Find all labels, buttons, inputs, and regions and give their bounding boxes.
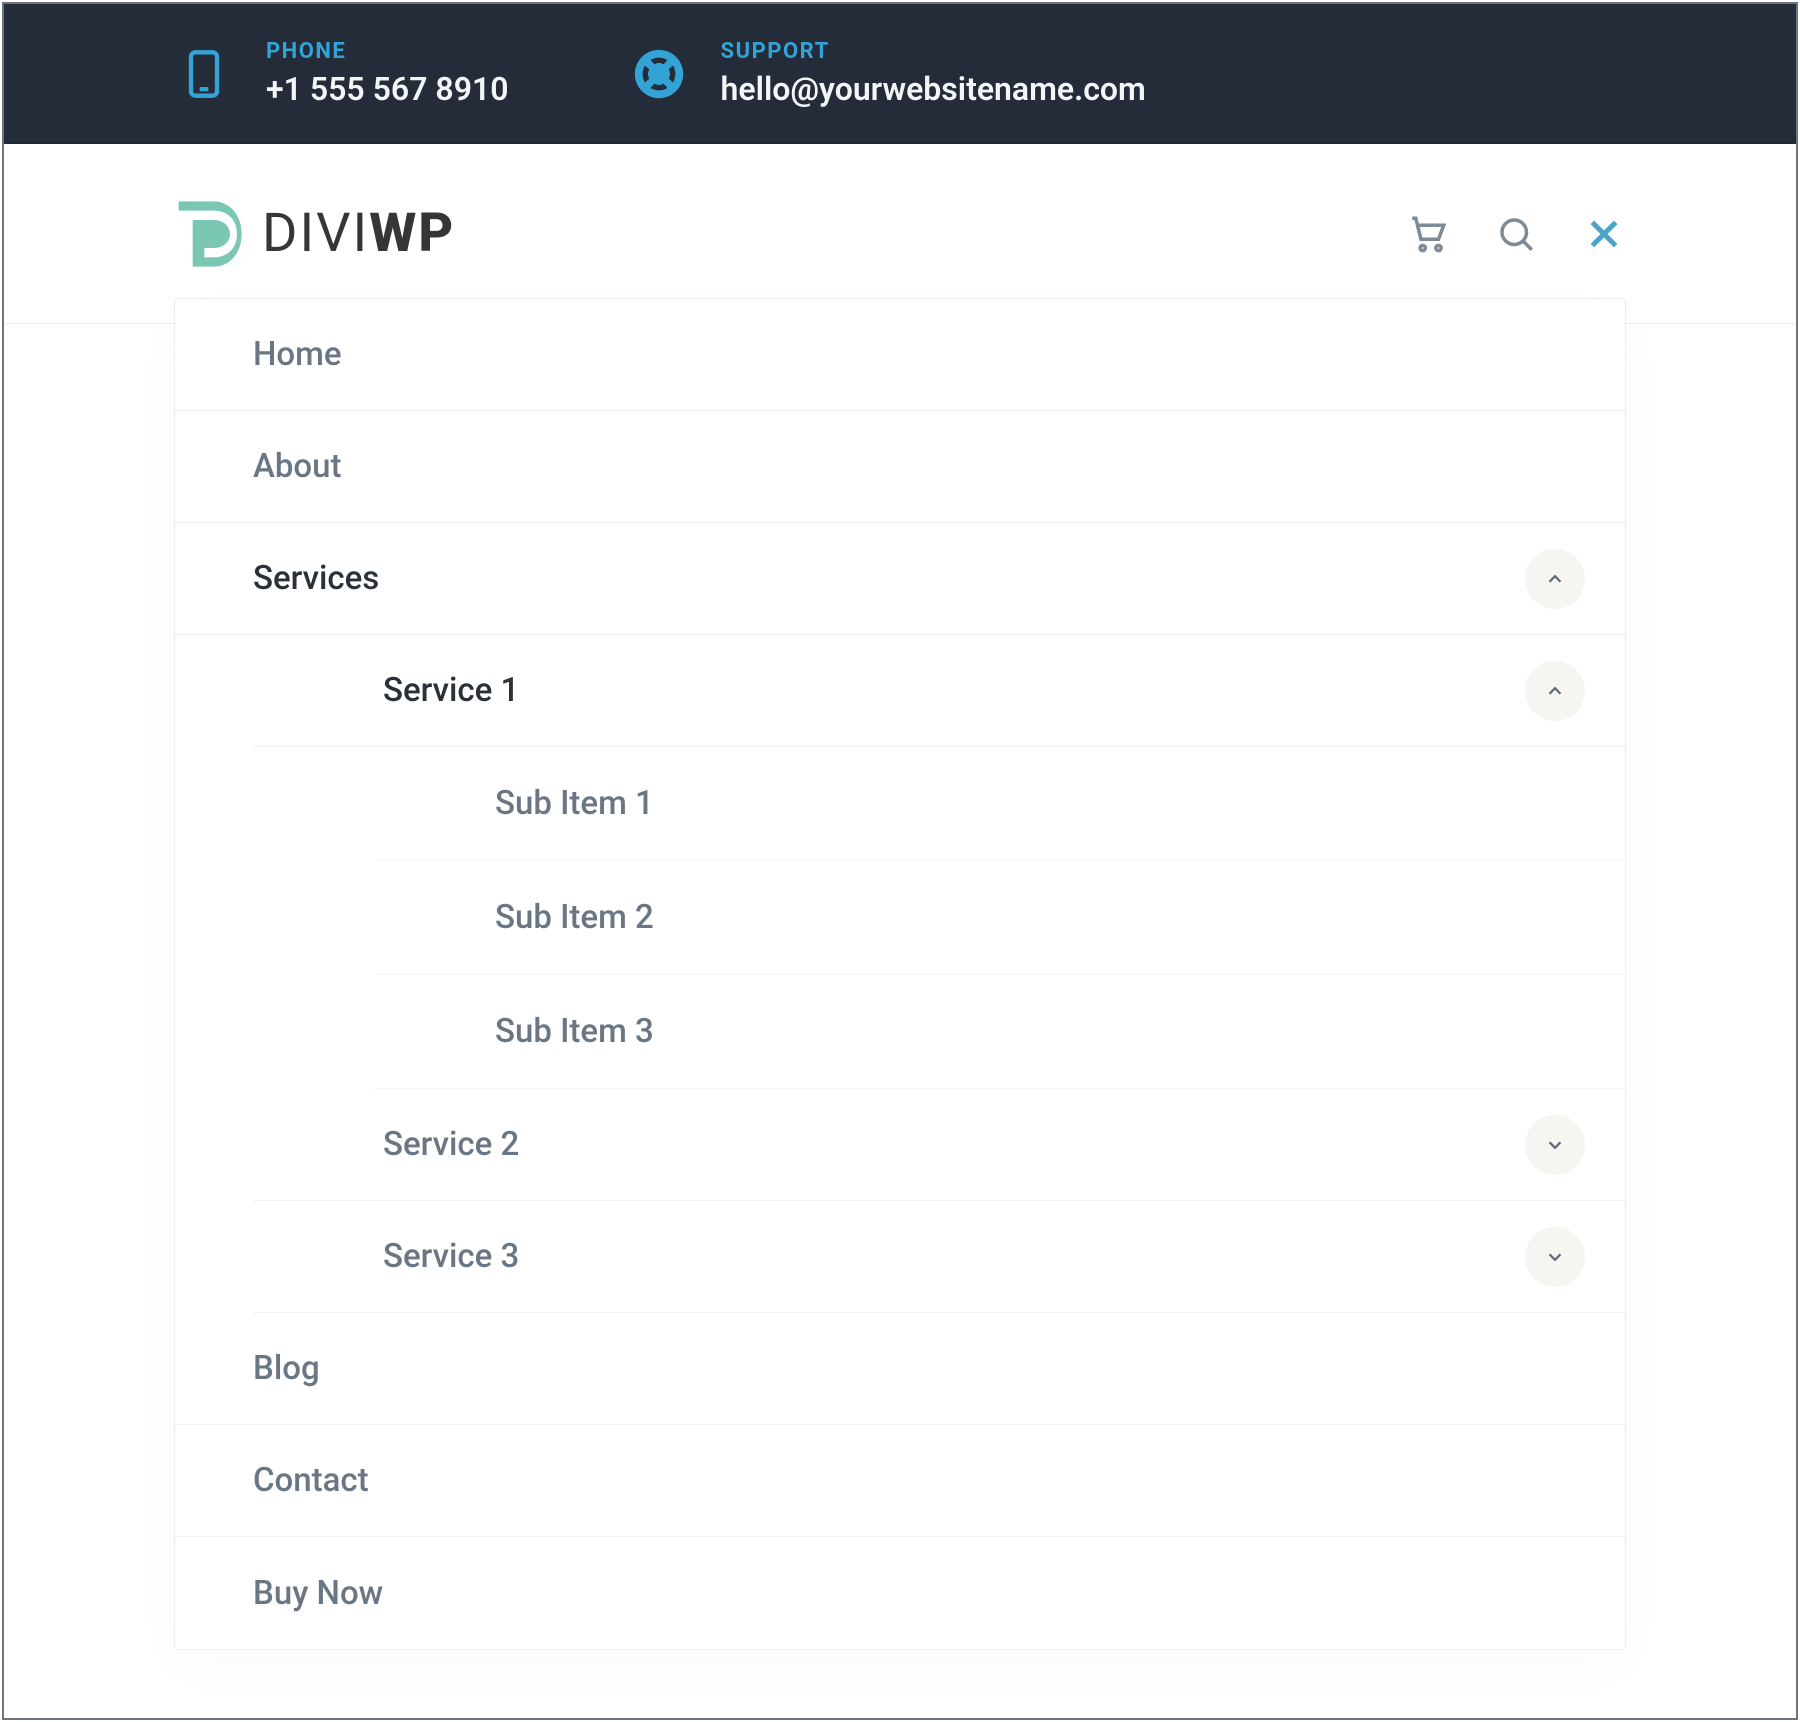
logo-mark-icon — [174, 196, 244, 272]
nav-item-service-1[interactable]: Service 1 — [253, 635, 1625, 747]
nav-label: Services — [253, 559, 379, 598]
chevron-up-icon[interactable] — [1525, 549, 1585, 609]
topbar-phone-label: PHONE — [266, 39, 509, 64]
topbar-support-value: hello@yourwebsitename.com — [721, 70, 1146, 108]
nav-label: About — [253, 447, 342, 486]
nav-label: Service 2 — [383, 1125, 519, 1164]
nav-label: Service 3 — [383, 1237, 519, 1276]
header-actions — [1406, 212, 1626, 256]
nav-label: Blog — [253, 1349, 320, 1388]
cart-icon[interactable] — [1406, 212, 1450, 256]
chevron-up-icon[interactable] — [1525, 661, 1585, 721]
mobile-nav-panel: Home About Services Service 1 Sub Item 1 — [174, 298, 1626, 1650]
lifebuoy-icon — [629, 44, 689, 104]
logo-text-bold: WP — [369, 202, 455, 265]
topbar: PHONE +1 555 567 8910 SUPPORT hello@your… — [4, 4, 1796, 144]
nav-label: Sub Item 1 — [495, 784, 654, 823]
site-header: DIVIWP — [4, 144, 1796, 324]
topbar-phone[interactable]: PHONE +1 555 567 8910 — [174, 39, 509, 108]
nav-item-sub-2[interactable]: Sub Item 2 — [375, 861, 1625, 975]
phone-icon — [174, 44, 234, 104]
nav-item-buy-now[interactable]: Buy Now — [175, 1537, 1625, 1649]
nav-item-service-3[interactable]: Service 3 — [253, 1201, 1625, 1313]
nav-label: Contact — [253, 1461, 369, 1500]
nav-item-blog[interactable]: Blog — [175, 1313, 1625, 1425]
nav-label: Home — [253, 335, 342, 374]
nav-item-about[interactable]: About — [175, 411, 1625, 523]
topbar-support-label: SUPPORT — [721, 39, 1146, 64]
logo-text-light: DIVI — [262, 202, 369, 265]
nav-item-home[interactable]: Home — [175, 299, 1625, 411]
topbar-phone-text: PHONE +1 555 567 8910 — [266, 39, 509, 108]
logo-text: DIVIWP — [262, 202, 455, 265]
nav-label: Sub Item 3 — [495, 1012, 654, 1051]
nav-item-service-2[interactable]: Service 2 — [253, 1089, 1625, 1201]
nav-label: Sub Item 2 — [495, 898, 654, 937]
search-icon[interactable] — [1494, 212, 1538, 256]
chevron-down-icon[interactable] — [1525, 1227, 1585, 1287]
nav-item-services[interactable]: Services — [175, 523, 1625, 635]
nav-label: Buy Now — [253, 1574, 383, 1613]
nav-item-contact[interactable]: Contact — [175, 1425, 1625, 1537]
topbar-support-text: SUPPORT hello@yourwebsitename.com — [721, 39, 1146, 108]
app-frame: PHONE +1 555 567 8910 SUPPORT hello@your… — [2, 2, 1798, 1720]
nav-item-sub-3[interactable]: Sub Item 3 — [375, 975, 1625, 1089]
nav-label: Service 1 — [383, 671, 519, 710]
topbar-phone-value: +1 555 567 8910 — [266, 70, 509, 108]
chevron-down-icon[interactable] — [1525, 1115, 1585, 1175]
nav-item-sub-1[interactable]: Sub Item 1 — [375, 747, 1625, 861]
close-menu-icon[interactable] — [1582, 212, 1626, 256]
topbar-support[interactable]: SUPPORT hello@yourwebsitename.com — [629, 39, 1146, 108]
site-logo[interactable]: DIVIWP — [174, 196, 455, 272]
